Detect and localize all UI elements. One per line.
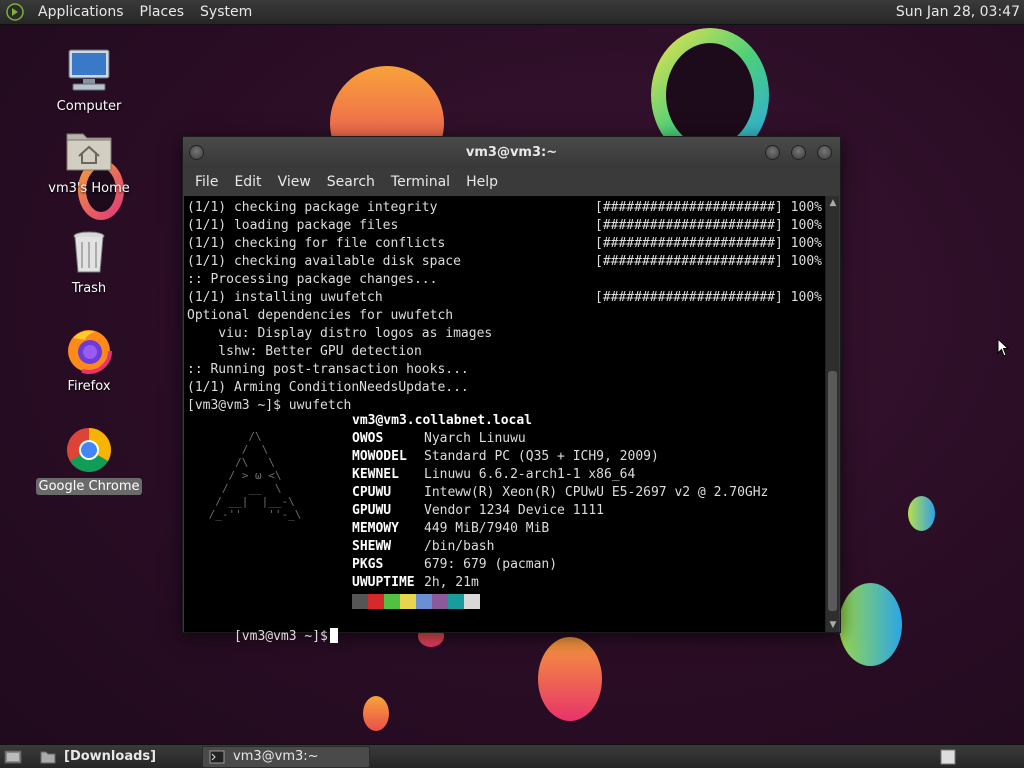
menu-terminal[interactable]: Terminal xyxy=(383,174,458,190)
desktop-icon-computer[interactable]: Computer xyxy=(34,46,144,115)
close-button[interactable] xyxy=(817,145,832,160)
window-titlebar[interactable]: vm3@vm3:~ xyxy=(183,137,840,168)
folder-icon xyxy=(40,751,56,764)
window-title: vm3@vm3:~ xyxy=(465,145,558,160)
palette-swatch xyxy=(432,594,448,609)
wallpaper-orb-pink xyxy=(538,637,602,721)
menu-help[interactable]: Help xyxy=(458,174,506,190)
text-cursor xyxy=(329,628,338,643)
desktop-icon-trash[interactable]: Trash xyxy=(34,228,144,297)
show-desktop-icon[interactable] xyxy=(4,749,22,765)
taskbar-item-label: [Downloads] xyxy=(64,749,157,764)
menu-system[interactable]: System xyxy=(192,4,260,20)
fetch-row: MEMOWY 449 MiB/7940 MiB xyxy=(352,521,550,536)
scroll-thumb[interactable] xyxy=(828,371,837,611)
terminal-line: (1/1) checking package integrity [#######… xyxy=(187,200,822,215)
fetch-row: SHEWW/bin/bash xyxy=(352,539,495,554)
wallpaper-orb-small xyxy=(363,696,389,731)
terminal-line: (1/1) checking available disk space [####… xyxy=(187,254,822,269)
menu-places[interactable]: Places xyxy=(132,4,193,20)
mate-logo-icon[interactable] xyxy=(6,3,24,21)
wallpaper-orb-green xyxy=(908,496,935,531)
palette-swatch xyxy=(464,594,480,609)
trash-icon xyxy=(65,228,113,276)
terminal-line: lshw: Better GPU detection xyxy=(187,344,422,359)
desktop-icon-chrome[interactable]: Google Chrome xyxy=(34,426,144,495)
desktop-icon-firefox[interactable]: Firefox xyxy=(34,326,144,395)
terminal-scrollbar[interactable]: ▲ ▼ xyxy=(825,196,839,632)
taskbar-item-downloads[interactable]: [Downloads] xyxy=(34,746,198,768)
palette-swatch xyxy=(416,594,432,609)
fetch-row: OWOS Nyarch Linuwu xyxy=(352,431,526,446)
uwufetch-info: vm3@vm3.collabnet.local OWOS Nyarch Linuw… xyxy=(352,412,768,609)
menu-file[interactable]: File xyxy=(187,174,226,190)
panel-clock[interactable]: Sun Jan 28, 03:47 xyxy=(896,4,1020,20)
menu-view[interactable]: View xyxy=(270,174,319,190)
terminal-line: (1/1) installing uwufetch [##############… xyxy=(187,290,822,305)
chrome-icon xyxy=(65,426,113,474)
menu-edit[interactable]: Edit xyxy=(226,174,269,190)
terminal-line: viu: Display distro logos as images xyxy=(187,326,493,341)
window-menu-icon[interactable] xyxy=(189,145,204,160)
palette-swatch xyxy=(448,594,464,609)
fetch-row: KEWNEL Linuwu 6.6.2-arch1-1 x86_64 xyxy=(352,467,636,482)
fetch-row: MOWODEL Standard PC (Q35 + ICH9, 2009) xyxy=(352,449,659,464)
wallpaper-orb-cyan xyxy=(839,583,902,666)
menu-applications[interactable]: Applications xyxy=(30,4,132,20)
palette-swatch xyxy=(352,594,368,609)
fetch-host: vm3@vm3.collabnet.local xyxy=(352,413,533,428)
terminal-prompt-line: [vm3@vm3 ~]$ xyxy=(187,610,338,644)
home-folder-icon xyxy=(65,128,113,176)
taskbar-item-label: vm3@vm3:~ xyxy=(233,749,319,764)
minimize-button[interactable] xyxy=(765,145,780,160)
window-menubar: File Edit View Search Terminal Help xyxy=(183,168,840,195)
mouse-pointer-icon xyxy=(997,338,1009,357)
terminal-line: (1/1) checking for file conflicts [######… xyxy=(187,236,822,251)
firefox-icon xyxy=(65,326,113,374)
fetch-row: GPUWU Vendor 1234 Device 1111 xyxy=(352,503,605,518)
scroll-down-icon[interactable]: ▼ xyxy=(826,618,840,632)
desktop-icon-label: Trash xyxy=(71,281,107,296)
terminal-icon xyxy=(209,750,225,764)
fetch-row: CPUWU Inteww(R) Xeon(R) CPUwU E5-2697 v2 … xyxy=(352,485,769,500)
computer-icon xyxy=(65,46,113,94)
menu-search[interactable]: Search xyxy=(319,174,383,190)
distro-ascii-logo: /\ / \ /\ \ / > ω <\ / __ \ / __| |__-\ … xyxy=(208,430,302,521)
palette-swatch xyxy=(400,594,416,609)
bottom-panel: [Downloads] vm3@vm3:~ xyxy=(0,744,1024,768)
taskbar-item-terminal[interactable]: vm3@vm3:~ xyxy=(202,746,370,768)
desktop-icon-label: Computer xyxy=(56,99,122,114)
terminal-line: :: Running post-transaction hooks... xyxy=(187,362,469,377)
terminal-output[interactable]: (1/1) checking package integrity [#######… xyxy=(184,196,826,644)
terminal-window[interactable]: vm3@vm3:~ File Edit View Search Terminal… xyxy=(182,136,841,644)
desktop-icon-label: Firefox xyxy=(67,379,111,394)
desktop-icon-home[interactable]: vm3's Home xyxy=(34,128,144,197)
terminal-line: (1/1) Arming ConditionNeedsUpdate... xyxy=(187,380,469,395)
top-panel: Applications Places System Sun Jan 28, 0… xyxy=(0,0,1024,25)
fetch-row: UWUPTIME 2h, 21m xyxy=(352,575,479,590)
palette-swatch xyxy=(384,594,400,609)
scroll-up-icon[interactable]: ▲ xyxy=(826,196,840,210)
color-palette xyxy=(352,594,768,609)
fetch-row: PKGS 679: 679 (pacman) xyxy=(352,557,558,572)
terminal-line: (1/1) loading package files [############… xyxy=(187,218,822,233)
desktop-icon-label: vm3's Home xyxy=(48,181,130,196)
workspace-switcher-icon[interactable] xyxy=(940,749,956,765)
maximize-button[interactable] xyxy=(791,145,806,160)
prompt: [vm3@vm3 ~]$ xyxy=(233,629,328,644)
palette-swatch xyxy=(368,594,384,609)
desktop-icon-label: Google Chrome xyxy=(35,478,143,495)
terminal-line: :: Processing package changes... xyxy=(187,272,438,287)
terminal-line: Optional dependencies for uwufetch xyxy=(187,308,454,323)
